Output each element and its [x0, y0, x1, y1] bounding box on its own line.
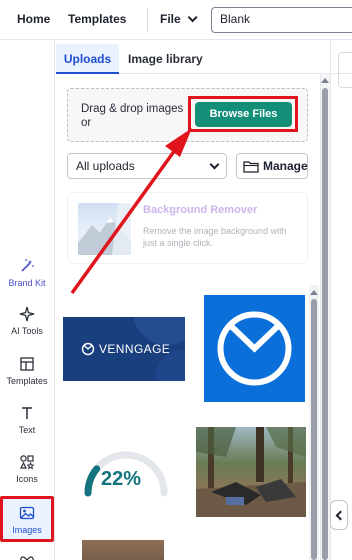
clock-logo-icon — [81, 342, 95, 356]
manage-button[interactable]: Manage — [236, 153, 308, 179]
browse-files-button[interactable]: Browse Files — [195, 102, 292, 127]
gauge-percent-label: 22% — [101, 468, 142, 490]
tab-image-library[interactable]: Image library — [128, 44, 203, 74]
rail-item-images-inner: Images — [3, 499, 51, 539]
upload-thumbnail-photo[interactable] — [82, 540, 164, 560]
uploads-filter-select[interactable]: All uploads — [67, 153, 227, 179]
background-remover-thumbnail — [78, 203, 131, 255]
mountain-image — [78, 203, 131, 255]
upload-thumbnail-gauge[interactable]: 22% — [76, 425, 176, 505]
rail-item-images[interactable]: Images — [0, 496, 54, 542]
rail-item-text[interactable]: Text — [0, 405, 54, 435]
clock-logo-icon — [217, 311, 292, 386]
uploads-filter-value: All uploads — [76, 159, 135, 173]
home-link[interactable]: Home — [17, 12, 50, 26]
scroll-up-arrow-icon[interactable] — [310, 290, 318, 295]
templates-icon — [20, 357, 34, 371]
rail-label: AI Tools — [11, 326, 43, 336]
folder-icon — [243, 161, 259, 173]
magic-wand-icon — [21, 259, 34, 272]
tab-uploads[interactable]: Uploads — [56, 44, 119, 74]
venngage-wordmark: VENNGAGE — [99, 342, 171, 356]
background-remover-description: Remove the image background with just a … — [143, 226, 287, 248]
chevron-down-icon — [209, 159, 220, 170]
rail-label: Brand Kit — [8, 278, 46, 288]
panel-divider — [330, 40, 331, 560]
uploads-gallery: VENNGAGE 22% — [56, 285, 308, 560]
sparkle-icon — [19, 306, 35, 322]
collapse-panel-button[interactable] — [330, 500, 348, 530]
rail-label: Images — [12, 525, 42, 535]
rail-item-templates[interactable]: Templates — [0, 356, 54, 386]
top-bar: Home Templates File Blank — [0, 0, 352, 40]
left-rail: Brand Kit AI Tools Templates Text Icons … — [0, 40, 55, 560]
document-name-input[interactable]: Blank — [211, 7, 352, 33]
gauge-arc — [84, 451, 168, 497]
rail-item-ai-tools[interactable]: AI Tools — [0, 306, 54, 336]
file-menu-label: File — [160, 12, 181, 26]
manage-label: Manage — [263, 159, 308, 173]
rail-label: Text — [18, 425, 36, 435]
rail-label: Templates — [6, 376, 48, 386]
background-remover-card[interactable]: Background Remover Remove the image back… — [67, 192, 308, 264]
infinity-icon — [20, 556, 34, 560]
chevron-down-icon — [187, 12, 198, 23]
upload-thumbnail-venngage[interactable]: VENNGAGE — [63, 317, 185, 381]
templates-link[interactable]: Templates — [68, 12, 126, 26]
upload-thumbnail-campsite-photo[interactable] — [196, 427, 306, 517]
panel-scrollbar-thumb[interactable] — [322, 88, 328, 560]
text-icon — [22, 407, 32, 419]
scroll-up-arrow-icon[interactable] — [321, 78, 329, 83]
rail-item-brand-kit[interactable]: Brand Kit — [0, 258, 54, 288]
upload-thumbnail-clock-logo[interactable] — [204, 295, 305, 402]
image-icon — [19, 506, 35, 520]
file-menu[interactable]: File — [160, 12, 198, 26]
campsite-photo — [196, 427, 306, 517]
divider — [147, 8, 148, 32]
chevron-left-icon — [335, 510, 346, 521]
rail-label: Icons — [16, 474, 38, 484]
panel-tabs: Uploads Image library — [56, 44, 352, 74]
gallery-scrollbar-thumb[interactable] — [311, 299, 317, 560]
rail-item-icons[interactable]: Icons — [0, 454, 54, 484]
background-remover-title: Background Remover — [143, 204, 258, 216]
rail-item-more[interactable] — [0, 552, 54, 560]
dropzone-text: Drag & drop images or — [81, 103, 184, 129]
shapes-icon — [20, 455, 35, 470]
right-panel-tab[interactable] — [338, 52, 352, 88]
